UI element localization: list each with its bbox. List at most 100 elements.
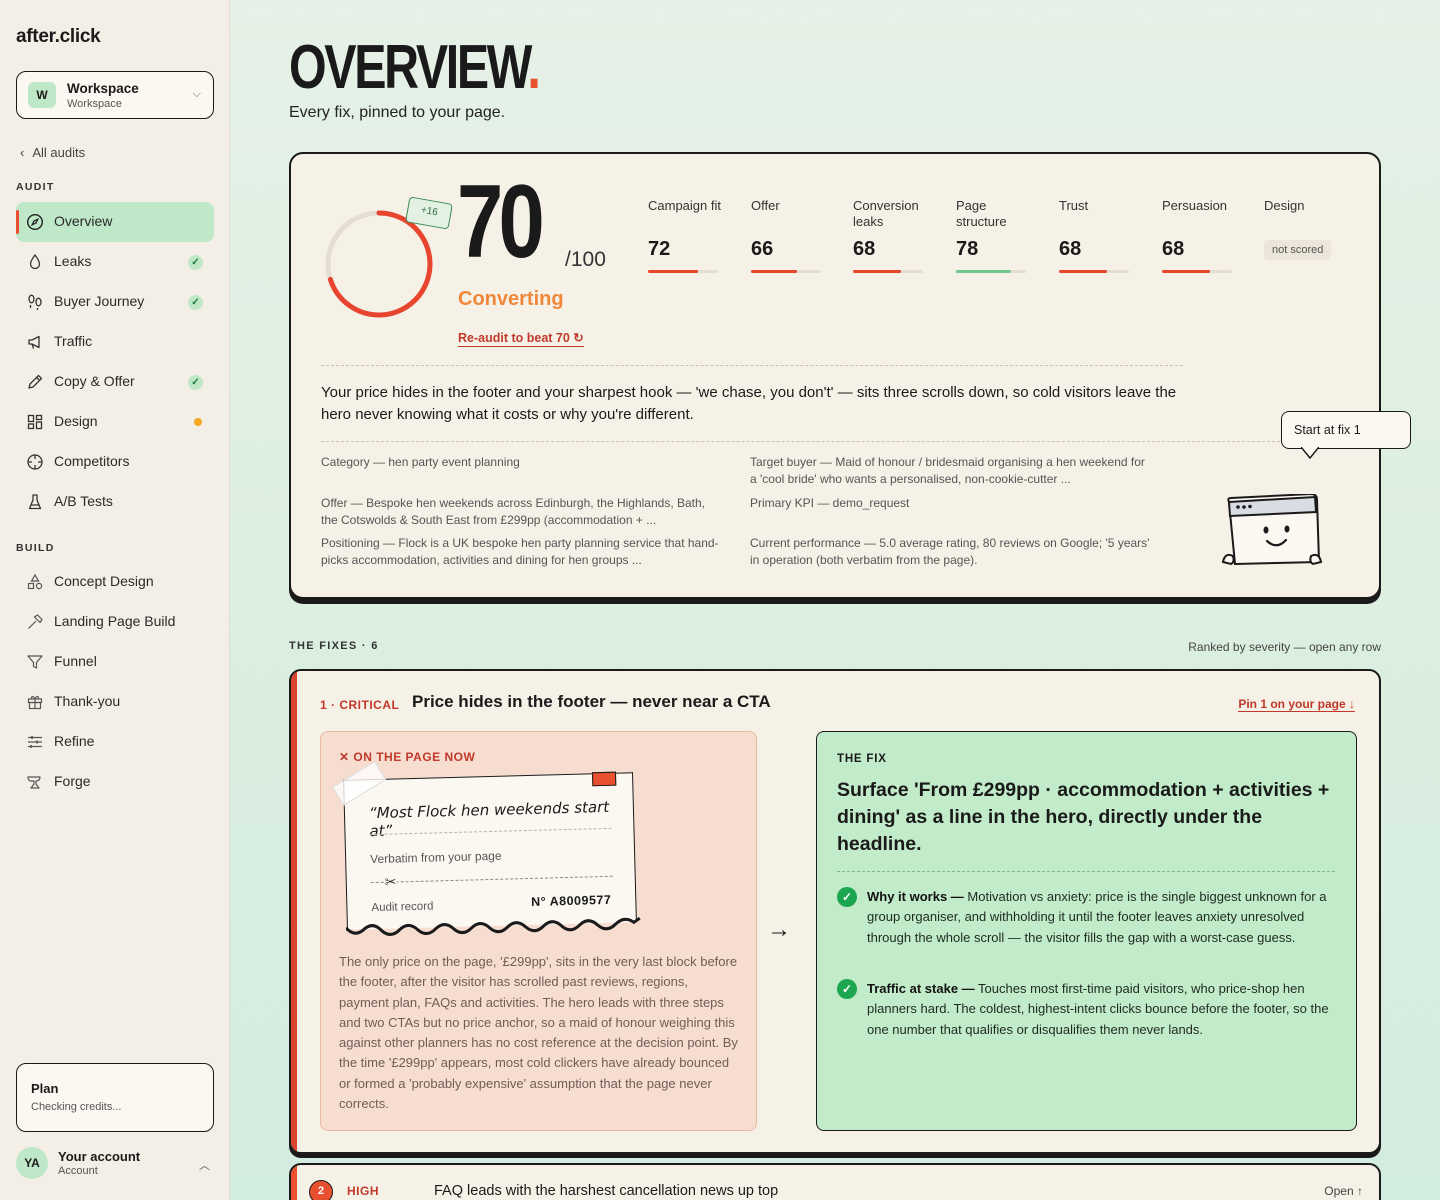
metric-label: Trust [1059, 198, 1089, 213]
sidebar-item-label: Forge [54, 773, 91, 789]
metric-persuasion: Persuasion 68 [1162, 198, 1258, 273]
fix-number-badge: 2 [309, 1180, 333, 1200]
sidebar-item-label: Buyer Journey [54, 293, 145, 309]
sidebar-item-landing-page-build[interactable]: Landing Page Build [16, 602, 214, 642]
overview-summary: Your price hides in the footer and your … [321, 384, 1177, 423]
sidebar-item-design[interactable]: Design [16, 402, 214, 442]
traffic-at-stake-text: Traffic at stake — Touches most first-ti… [867, 981, 1329, 1037]
metric-campaign-fit: Campaign fit 72 [648, 198, 744, 273]
tape-decoration [332, 760, 387, 806]
sidebar-item-competitors[interactable]: Competitors [16, 442, 214, 482]
sidebar-item-label: Landing Page Build [54, 613, 176, 629]
the-fix-panel: THE FIX Surface 'From £299pp · accommoda… [816, 731, 1357, 1131]
fact-positioning: Positioning — Flock is a UK bespoke hen … [321, 536, 719, 567]
chevron-down-icon: ⌵ [192, 88, 201, 100]
fact-category: Category — hen party event planning [321, 455, 520, 469]
metric-design: Design not scored [1264, 198, 1360, 260]
pin-on-page-link[interactable]: Pin 1 on your page ↓ [1238, 697, 1355, 712]
sidebar-item-ab-tests[interactable]: A/B Tests [16, 482, 214, 522]
page-subtitle: Every fix, pinned to your page. [289, 104, 506, 121]
reaudit-link[interactable]: Re-audit to beat 70 ↻ [458, 330, 584, 347]
metric-label: Conversion leaks [853, 198, 919, 229]
metric-bar-fill [1162, 270, 1210, 273]
on-page-now-panel: ✕ ON THE PAGE NOW “Most Flock hen weeken… [320, 731, 757, 1131]
metric-bar [956, 270, 1026, 273]
metric-value: 68 [1162, 238, 1185, 260]
sidebar-item-refine[interactable]: Refine [16, 722, 214, 762]
audit-section-heading: AUDIT [16, 181, 55, 193]
sidebar-item-label: Competitors [54, 453, 130, 469]
sidebar-item-buyer-journey[interactable]: Buyer Journey ✓ [16, 282, 214, 322]
sidebar-item-label: Thank-you [54, 693, 121, 709]
account-name: Your account [58, 1149, 141, 1164]
metric-bar [648, 270, 718, 273]
drop-icon [29, 253, 41, 270]
metric-bar-fill [1059, 270, 1107, 273]
fact-target-buyer: Target buyer — Maid of honour / bridesma… [750, 455, 1145, 486]
metric-value: 78 [956, 238, 979, 260]
check-circle-icon: ✓ [837, 887, 857, 907]
avatar: YA [16, 1147, 48, 1179]
fix-card-2[interactable]: 2 HIGH FAQ leads with the harshest cance… [289, 1163, 1381, 1200]
fix-title: Price hides in the footer — never near a… [412, 692, 771, 711]
plan-status: Checking credits... [31, 1101, 122, 1113]
sidebar-item-label: Design [54, 413, 98, 429]
sidebar-item-label: A/B Tests [54, 493, 113, 509]
score-status: Converting [458, 288, 564, 310]
sidebar-item-copy-offer[interactable]: Copy & Offer ✓ [16, 362, 214, 402]
fixes-heading: THE FIXES · 6 [289, 640, 379, 652]
account-menu[interactable]: YA Your account Account ︿ [16, 1147, 214, 1183]
metric-bar-fill [751, 270, 798, 273]
audit-record-label: Audit record [371, 900, 434, 915]
not-scored-badge: not scored [1264, 240, 1332, 260]
metric-offer: Offer 66 [751, 198, 847, 273]
metric-bar-fill [956, 270, 1011, 273]
on-page-now-body: The only price on the page, '£299pp', si… [339, 954, 738, 1112]
metric-value: 72 [648, 238, 671, 260]
sidebar: after.click W Workspace Workspace ⌵ ‹ All… [0, 0, 230, 1200]
chevron-up-icon: ︿ [199, 1160, 210, 1172]
sidebar-item-overview[interactable]: Overview [16, 202, 214, 242]
plan-title: Plan [31, 1081, 59, 1096]
metric-trust: Trust 68 [1059, 198, 1155, 273]
arrow-right-icon: → [767, 916, 791, 943]
flag-decoration [591, 771, 617, 787]
metric-page-structure: Page structure 78 [956, 198, 1026, 273]
sidebar-item-thank-you[interactable]: Thank-you [16, 682, 214, 722]
divider [321, 441, 1285, 442]
metric-bar [751, 270, 821, 273]
brand-logo[interactable]: after.click [16, 26, 101, 48]
sidebar-item-traffic[interactable]: Traffic [16, 322, 214, 362]
metric-bar-fill [853, 270, 901, 273]
shapes-icon [27, 573, 43, 590]
layout-icon [27, 414, 43, 430]
all-audits-label: All audits [32, 145, 86, 160]
sidebar-item-concept-design[interactable]: Concept Design [16, 562, 214, 602]
open-fix-button[interactable]: Open ↑ [1324, 1184, 1363, 1198]
funnel-icon [27, 655, 43, 669]
metric-bar-fill [648, 270, 699, 273]
workspace-switcher[interactable]: W Workspace Workspace ⌵ [16, 71, 214, 119]
divider [837, 871, 1335, 872]
metric-conversion-leaks: Conversion leaks 68 [853, 198, 933, 273]
scissors-icon: ✂ [384, 873, 397, 891]
start-at-fix-bubble[interactable]: Start at fix 1 [1281, 411, 1411, 449]
build-section-heading: BUILD [16, 542, 55, 554]
bubble-tail [1301, 447, 1319, 459]
metric-bar [1162, 270, 1232, 273]
check-icon: ✓ [188, 375, 203, 390]
divider [321, 365, 1183, 366]
all-audits-link[interactable]: ‹ All audits [20, 145, 85, 160]
sidebar-item-funnel[interactable]: Funnel [16, 642, 214, 682]
sidebar-item-forge[interactable]: Forge [16, 762, 214, 802]
severity-label: HIGH [347, 1184, 379, 1198]
metric-value: 66 [751, 238, 774, 260]
plan-card[interactable]: Plan Checking credits... [16, 1063, 214, 1132]
sidebar-item-label: Traffic [54, 333, 93, 349]
the-fix-title: Surface 'From £299pp · accommodation + a… [837, 779, 1330, 855]
metric-label: Design [1264, 198, 1305, 213]
sidebar-item-label: Refine [54, 733, 95, 749]
check-icon: ✓ [188, 255, 203, 270]
metric-label: Persuasion [1162, 198, 1228, 213]
sidebar-item-leaks[interactable]: Leaks ✓ [16, 242, 214, 282]
